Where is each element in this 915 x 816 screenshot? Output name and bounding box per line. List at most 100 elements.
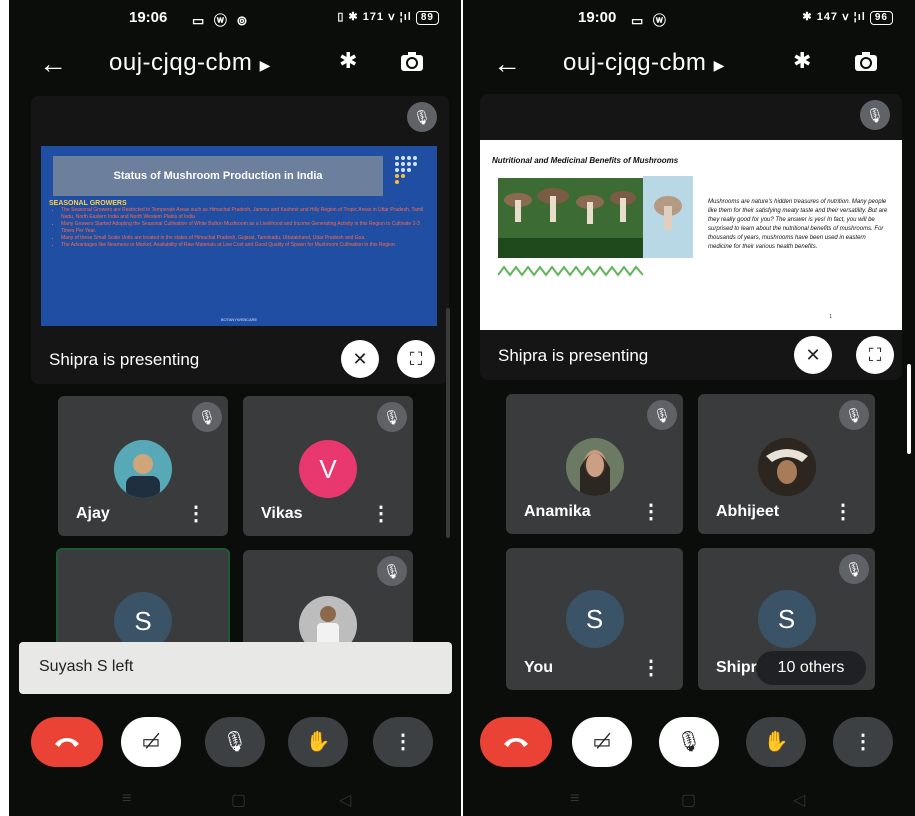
system-icons: ✱ 147 ⅴ ¦ıl 96	[802, 10, 893, 25]
participant-tile-self[interactable]: S You ⋮	[506, 548, 683, 690]
others-count-chip[interactable]: 10 others	[756, 651, 866, 685]
meeting-top-bar: ← ouj-cjqg-cbm ▶ ✱	[9, 44, 461, 84]
slide-bullet: The Advantages like Nearness to Market, …	[61, 242, 429, 249]
unpin-button[interactable]: ✕	[794, 336, 832, 374]
slide-title: Status of Mushroom Production in India	[53, 156, 383, 196]
scrollbar[interactable]	[907, 364, 911, 454]
more-vert-icon: ⋮	[393, 731, 413, 753]
more-options-button[interactable]: ⋮	[373, 717, 433, 767]
mic-off-icon: 🎙	[676, 731, 702, 753]
status-time: 19:00	[578, 9, 617, 26]
shared-slide: Status of Mushroom Production in India S…	[41, 146, 437, 326]
participant-name: Anamika	[524, 503, 591, 520]
android-nav-bar: ≡ ▢ ◁	[9, 786, 461, 816]
camera-off-icon: ▭̸	[141, 731, 161, 753]
meeting-code-text: ouj-cjqg-cbm	[109, 49, 253, 76]
unpin-button[interactable]: ✕	[341, 340, 379, 378]
status-bar: 19:06 ▭ ⓦ ⊚ ▯ ✱ 171 ⅴ ¦ıl 89	[9, 9, 461, 31]
android-nav-bar: ≡ ▢ ◁	[463, 786, 915, 816]
participant-name: Ajay	[76, 505, 110, 522]
meet-screen-left: 19:06 ▭ ⓦ ⊚ ▯ ✱ 171 ⅴ ¦ıl 89 ← ouj-cjqg-c…	[9, 0, 461, 816]
meeting-top-bar: ← ouj-cjqg-cbm ▶ ✱	[463, 44, 915, 84]
microphone-button[interactable]: 🎙	[205, 717, 265, 767]
camera-off-icon: ▭̸	[592, 731, 612, 753]
fullscreen-button[interactable]: ⛶	[856, 336, 894, 374]
more-vert-icon[interactable]: ⋮	[641, 499, 661, 524]
hand-icon: ✋	[305, 731, 331, 753]
more-vert-icon[interactable]: ⋮	[833, 499, 853, 524]
slide-title: Nutritional and Medicinal Benefits of Mu…	[492, 156, 679, 165]
home-icon[interactable]: ▢	[231, 790, 246, 810]
call-controls: ▭̸ 🎙 ✋ ⋮	[9, 712, 461, 772]
presenting-caption: Shipra is presenting	[49, 350, 200, 369]
participant-tile[interactable]: 🎙 Abhijeet ⋮	[698, 394, 875, 534]
slide-body: SEASONAL GROWERS The Seasonal Growers ar…	[49, 200, 429, 249]
end-call-button[interactable]	[31, 717, 103, 767]
slide-bullet: The Seasonal Growers are Restricted to T…	[61, 207, 429, 221]
more-vert-icon[interactable]: ⋮	[371, 501, 391, 526]
microphone-icon: 🎙	[222, 731, 248, 753]
avatar: S	[565, 590, 624, 648]
participant-tile[interactable]: 🎙 Anamika ⋮	[506, 394, 683, 534]
signal-icons: ✱ 147 ⅴ ¦ıl	[802, 11, 866, 23]
participant-left-toast: Suyash S left	[19, 642, 452, 694]
mic-off-icon: 🎙	[377, 402, 407, 432]
decorative-leaf-border	[497, 264, 644, 277]
mic-off-icon: 🎙	[377, 556, 407, 586]
scrollbar[interactable]	[446, 308, 450, 538]
mushroom-photo	[498, 178, 643, 258]
slide-dots-icon	[393, 154, 429, 190]
slide-bullet: Many Growers Started Adopting the Season…	[61, 221, 429, 235]
back-arrow-icon[interactable]: ←	[39, 48, 67, 80]
call-controls: ▭̸ 🎙 ✋ ⋮	[463, 712, 915, 772]
flip-camera-icon[interactable]	[853, 50, 879, 74]
hang-up-icon	[55, 738, 79, 747]
camera-toggle-button[interactable]: ▭̸	[121, 717, 181, 767]
slide-heading: SEASONAL GROWERS	[49, 200, 127, 207]
hand-icon: ✋	[763, 731, 789, 753]
more-vert-icon[interactable]: ⋮	[641, 655, 661, 680]
presentation-tile[interactable]: 🎙 Nutritional and Medicinal Benefits of …	[480, 94, 902, 380]
back-icon[interactable]: ◁	[339, 790, 351, 810]
more-vert-icon: ⋮	[853, 731, 873, 753]
microphone-button[interactable]: 🎙	[659, 717, 719, 767]
slide-page-number: 1	[829, 314, 832, 320]
camera-toggle-button[interactable]: ▭̸	[572, 717, 632, 767]
caret-right-icon: ▶	[259, 57, 271, 73]
avatar	[565, 438, 624, 496]
mic-off-icon: 🎙	[647, 400, 677, 430]
battery-icon: 89	[415, 11, 439, 25]
meeting-code[interactable]: ouj-cjqg-cbm ▶	[109, 49, 271, 77]
mic-off-icon: 🎙	[860, 100, 890, 130]
avatar: V	[299, 440, 357, 498]
back-icon[interactable]: ◁	[793, 790, 805, 810]
end-call-button[interactable]	[480, 717, 552, 767]
home-icon[interactable]: ▢	[681, 790, 696, 810]
avatar	[757, 438, 816, 496]
participant-name: Abhijeet	[716, 503, 780, 520]
raise-hand-button[interactable]: ✋	[288, 717, 348, 767]
slide-bullet: Many of these Small Scale Units are loca…	[61, 235, 429, 242]
meeting-code[interactable]: ouj-cjqg-cbm ▶	[563, 49, 725, 77]
bluetooth-audio-icon[interactable]: ✱	[339, 48, 357, 74]
participant-tile[interactable]: 🎙 Ajay ⋮	[58, 396, 228, 536]
presentation-tile[interactable]: 🎙 Status of Mushroom Production in India…	[31, 96, 449, 384]
more-options-button[interactable]: ⋮	[833, 717, 893, 767]
participant-tile[interactable]: 🎙 V Vikas ⋮	[243, 396, 413, 536]
back-arrow-icon[interactable]: ←	[493, 48, 521, 80]
flip-camera-icon[interactable]	[399, 50, 425, 74]
caret-right-icon: ▶	[713, 57, 725, 73]
meeting-code-text: ouj-cjqg-cbm	[563, 49, 707, 76]
slide-footer: BOTANYWEBCARE	[220, 317, 258, 322]
more-vert-icon[interactable]: ⋮	[186, 501, 206, 526]
mic-off-icon: 🎙	[192, 402, 222, 432]
mic-off-icon: 🎙	[839, 554, 869, 584]
fullscreen-button[interactable]: ⛶	[397, 340, 435, 378]
bluetooth-audio-icon[interactable]: ✱	[793, 48, 811, 74]
recents-icon[interactable]: ≡	[122, 790, 131, 808]
raise-hand-button[interactable]: ✋	[746, 717, 806, 767]
status-time: 19:06	[129, 9, 168, 26]
shared-slide: Nutritional and Medicinal Benefits of Mu…	[480, 140, 902, 330]
system-icons: ▯ ✱ 171 ⅴ ¦ıl 89	[337, 10, 439, 25]
recents-icon[interactable]: ≡	[570, 790, 579, 808]
